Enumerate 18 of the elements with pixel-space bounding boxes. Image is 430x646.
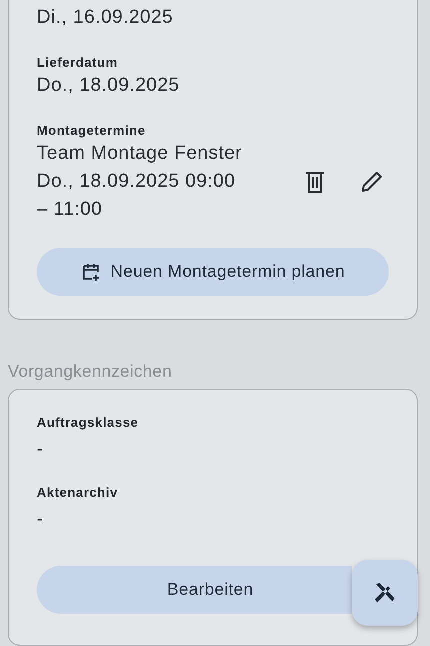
- field-label: Montagetermine: [37, 122, 147, 140]
- edit-button[interactable]: Bearbeiten: [37, 566, 352, 614]
- edit-button[interactable]: [359, 169, 385, 195]
- appointment-team: Team Montage Fenster: [37, 142, 242, 166]
- field-value: -: [37, 438, 45, 462]
- calendar-add-icon: [80, 262, 101, 282]
- tools-button[interactable]: [352, 560, 418, 626]
- field-value: Di., 16.09.2025: [37, 6, 174, 30]
- pencil-icon: [360, 170, 384, 194]
- trash-icon: [304, 170, 326, 194]
- field-label: Lieferdatum: [37, 54, 120, 72]
- field-value: -: [37, 508, 45, 532]
- plan-appointment-button[interactable]: Neuen Montagetermin planen: [37, 248, 389, 296]
- appointment-time: Do., 18.09.2025 09:00 – 11:00: [37, 170, 237, 222]
- field-label: Auftragsklasse: [37, 414, 140, 432]
- section-title: Vorgangkennzeichen: [8, 362, 174, 382]
- field-value: Do., 18.09.2025: [37, 74, 181, 98]
- field-label: Aktenarchiv: [37, 484, 120, 502]
